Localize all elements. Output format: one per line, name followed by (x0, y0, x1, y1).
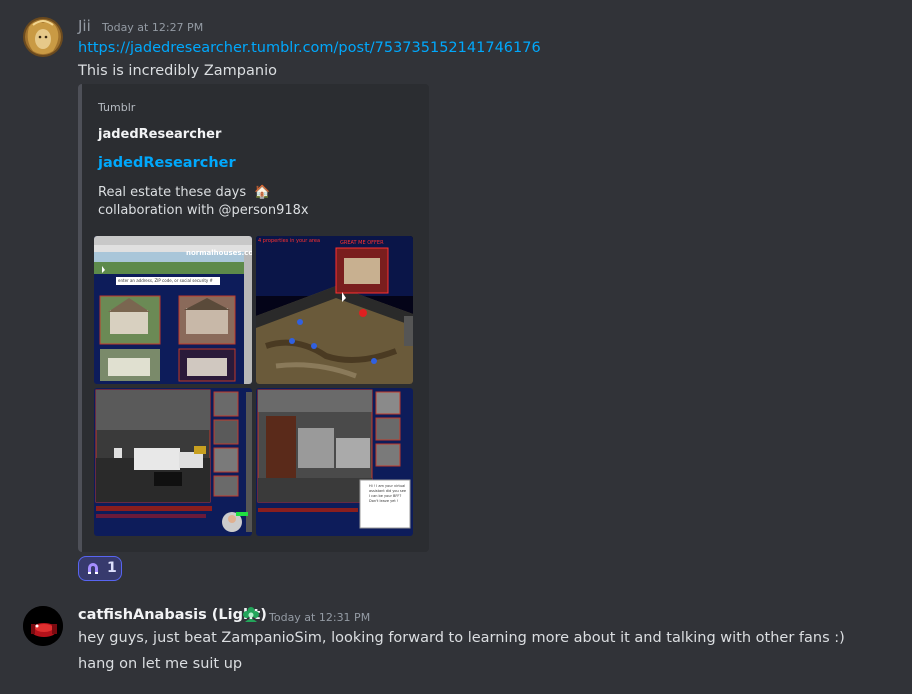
house-emoji-icon: 🏠 (254, 185, 271, 200)
embed-image-website[interactable]: normalhouses.com enter an address, ZIP c… (94, 236, 252, 384)
reaction-magnet[interactable]: 1 (78, 556, 122, 581)
horseshoe-magnet-icon (88, 563, 98, 574)
website-site-header: normalhouses.com (186, 249, 252, 257)
embed-image-kitchen[interactable]: Hi ! I am your virtual assistant did you… (256, 388, 413, 536)
website-search-placeholder: enter an address, ZIP code, or social se… (118, 278, 213, 283)
embed-description-line-2: collaboration with @person918x (98, 203, 309, 218)
flower-badge-icon (242, 606, 260, 624)
message-text: This is incredibly Zampanio (78, 63, 277, 79)
avatar-catfish[interactable] (23, 606, 63, 646)
embed-description-line-1: Real estate these days 🏠 (98, 185, 270, 200)
embed-description-text: Real estate these days (98, 185, 247, 200)
reaction-count: 1 (107, 560, 117, 576)
embed-image-living-room[interactable] (94, 388, 252, 536)
map-banner-text: 4 properties in your area (258, 238, 321, 244)
embed-provider: Tumblr (98, 101, 136, 114)
username-jii[interactable]: Jii (78, 17, 91, 35)
message-timestamp: Today at 12:31 PM (269, 611, 371, 624)
message-text: hey guys, just beat ZampanioSim, looking… (78, 630, 845, 646)
message-text: hang on let me suit up (78, 656, 243, 672)
embed-author[interactable]: jadedResearcher (98, 127, 221, 142)
message-link[interactable]: https://jadedresearcher.tumblr.com/post/… (78, 40, 541, 56)
message-timestamp: Today at 12:27 PM (102, 21, 204, 34)
map-card-label: GREAT ME OFFER (340, 240, 384, 246)
username-catfish[interactable]: catfishAnabasis (Light) (78, 607, 267, 623)
avatar-jii[interactable] (23, 17, 63, 57)
chatbot-popup-text: Hi ! I am your virtual assistant did you… (369, 484, 407, 503)
link-embed: Tumblr jadedResearcher jadedResearcher R… (78, 84, 429, 552)
embed-title[interactable]: jadedResearcher (98, 155, 236, 171)
embed-image-map[interactable]: 4 properties in your area GREAT ME OFFER (256, 236, 413, 384)
